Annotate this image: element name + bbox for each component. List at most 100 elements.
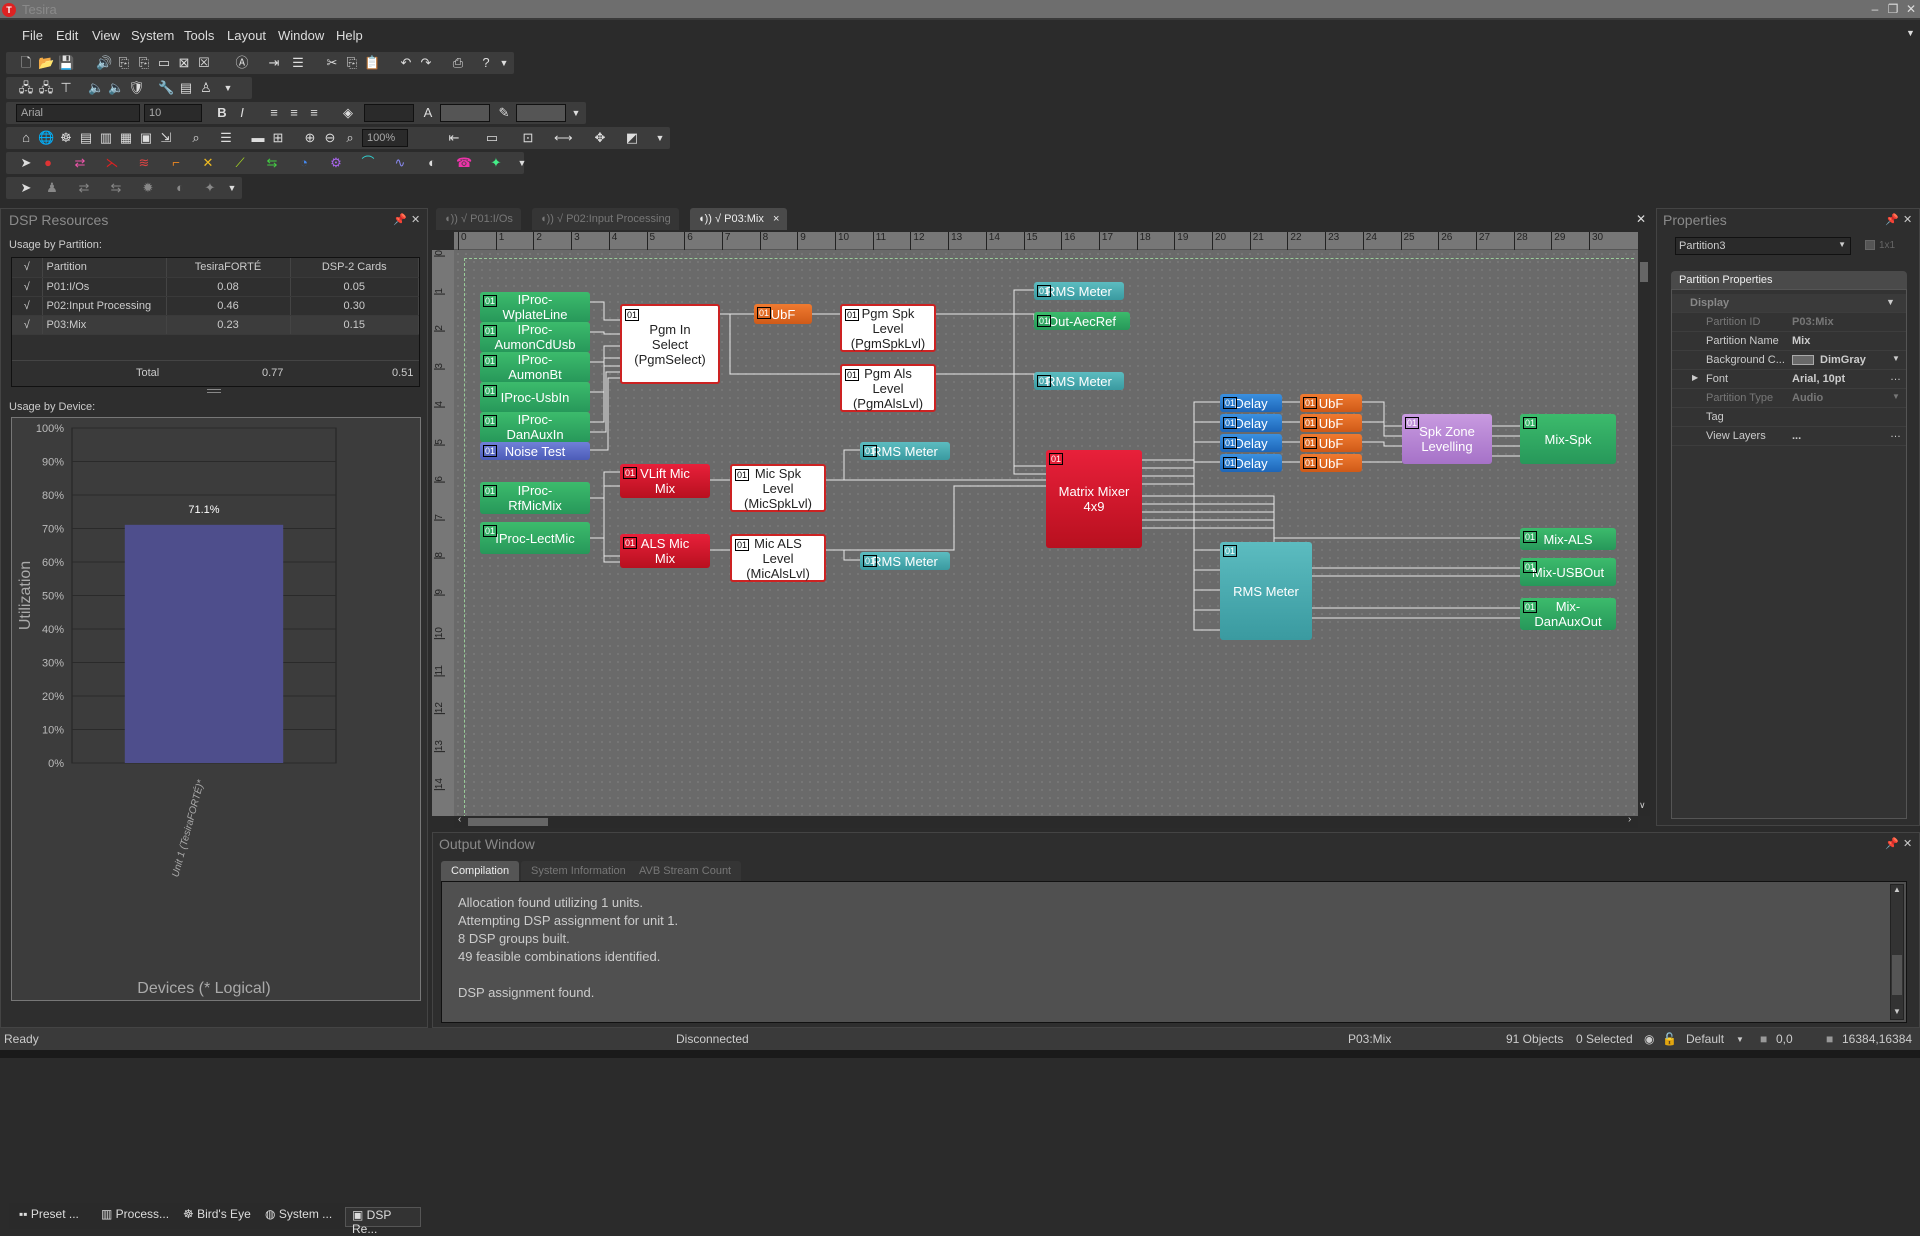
output-vertical-scrollbar[interactable]: ▲ ▼ — [1890, 884, 1904, 1020]
control-blocks-icon[interactable]: ◔ — [296, 155, 312, 171]
wrench-icon[interactable]: 🔧 — [158, 80, 174, 96]
col-check[interactable]: √ — [12, 258, 43, 278]
align-icon[interactable]: ⇤ — [446, 130, 462, 146]
block-ubf[interactable]: 01 UbF — [1300, 414, 1362, 432]
wire[interactable] — [1142, 503, 1520, 569]
block-iproc-aumoncdusb[interactable]: 01 IProc- AumonCdUsb — [480, 322, 590, 352]
wire[interactable] — [1142, 495, 1520, 539]
wire[interactable] — [1142, 519, 1520, 609]
export-icon[interactable]: ⇲ — [158, 130, 174, 146]
wire[interactable] — [1142, 461, 1220, 485]
block-iproc-aumonbt[interactable]: 01 IProc- AumonBt — [480, 352, 590, 382]
pin-icon[interactable]: 📌 — [1885, 213, 1899, 226]
user-lock-icon[interactable]: ♙ — [198, 80, 214, 96]
close-panel-icon[interactable]: ✕ — [1903, 213, 1912, 226]
block-mic-als-level[interactable]: 01 Mic ALS Level (MicAlsLvl) — [730, 534, 826, 582]
io-icon[interactable]: ⎘ — [116, 55, 132, 71]
vertical-scrollbar[interactable]: ∨ — [1638, 250, 1650, 816]
menu-window[interactable]: Window — [278, 28, 324, 43]
property-value[interactable]: ... — [1792, 430, 1801, 442]
fill-color-select[interactable] — [364, 104, 414, 122]
block-ubf[interactable]: 01 UbF — [1300, 434, 1362, 452]
wire[interactable] — [936, 313, 1035, 320]
router-blocks-icon[interactable]: ⇄ — [72, 155, 88, 171]
send-icon[interactable]: 🔈 — [88, 80, 104, 96]
close-tab-icon[interactable]: × — [773, 213, 779, 225]
toolbar-overflow-icon[interactable]: ▼ — [652, 130, 668, 146]
fill-color-icon[interactable]: ◈ — [340, 105, 356, 121]
wire[interactable] — [1142, 401, 1220, 461]
line-color-select[interactable] — [516, 104, 566, 122]
router-control-icon[interactable]: ⇄ — [76, 180, 92, 196]
zoom-in-icon[interactable]: ⊕ — [302, 130, 318, 146]
delete-icon[interactable]: ☒ — [196, 55, 212, 71]
list-view-icon[interactable]: ▤ — [178, 80, 194, 96]
text-icon[interactable]: Ⓐ — [234, 55, 250, 71]
tab-avb-stream-count[interactable]: AVB Stream Count — [629, 861, 742, 881]
wire[interactable] — [1362, 421, 1402, 437]
scroll-thumb[interactable] — [1892, 955, 1902, 995]
menu-system[interactable]: System — [131, 28, 174, 43]
block-matrix-mixer[interactable]: 01 Matrix Mixer 4x9 — [1046, 450, 1142, 548]
menu-overflow-icon[interactable]: ▼ — [1906, 28, 1915, 38]
row-check[interactable]: √ — [12, 296, 43, 316]
menu-file[interactable]: File — [22, 28, 43, 43]
wire[interactable] — [590, 301, 620, 321]
block-mic-spk-level[interactable]: 01 Mic Spk Level (MicSpkLvl) — [730, 464, 826, 512]
print-icon[interactable]: ⎙ — [450, 55, 466, 71]
block-rms-meter[interactable]: 01 RMS Meter — [1034, 282, 1124, 300]
cut-icon[interactable]: ✂ — [324, 55, 340, 71]
category-display[interactable]: Display ▼ — [1672, 294, 1906, 313]
wire[interactable] — [590, 371, 620, 433]
toolbar-overflow-icon[interactable]: ▼ — [496, 55, 512, 71]
distribute-icon[interactable]: ▭ — [484, 130, 500, 146]
speaker-icon[interactable]: 🔊 — [96, 55, 112, 71]
wire[interactable] — [1142, 511, 1520, 577]
tab-p01[interactable]: ◖)) √ P01:I/Os — [436, 208, 521, 230]
wire[interactable] — [590, 485, 620, 539]
block-iproc-danauxin[interactable]: 01 IProc- DanAuxIn — [480, 412, 590, 442]
object-selector[interactable]: Partition3 ▼ — [1675, 237, 1851, 255]
bold-icon[interactable]: B — [214, 105, 230, 121]
open-icon[interactable]: 📂 — [38, 55, 54, 71]
logic-control-icon[interactable]: ⇆ — [108, 180, 124, 196]
toolbar-overflow-icon[interactable]: ▼ — [514, 155, 530, 171]
property-row[interactable]: Tag — [1672, 408, 1906, 427]
block-rms-meter[interactable]: 01 RMS Meter — [860, 552, 950, 570]
align-left-icon[interactable]: ≡ — [266, 105, 282, 121]
scroll-thumb[interactable] — [468, 818, 548, 826]
wire[interactable] — [826, 449, 860, 481]
font-size-select[interactable]: 10 — [144, 104, 202, 122]
block-iproc-wplateline[interactable]: 01 IProc- WplateLine — [480, 292, 590, 322]
block-mix-danauxout[interactable]: 01 Mix- DanAuxOut — [1520, 598, 1616, 630]
tab-system-information[interactable]: System Information — [521, 861, 636, 881]
undo-icon[interactable]: ↶ — [398, 55, 414, 71]
tab-compilation[interactable]: Compilation — [441, 861, 520, 881]
globe-icon[interactable]: 🌐 — [38, 130, 54, 146]
block-out-aecref[interactable]: 01 Out-AecRef — [1034, 312, 1130, 330]
property-value[interactable]: Mix — [1792, 335, 1810, 347]
layers-icon[interactable]: ☰ — [218, 130, 234, 146]
table-row[interactable]: √ P01:I/Os 0.08 0.05 — [12, 277, 419, 297]
block-iproc-lectmic[interactable]: 01 IProc-LectMic — [480, 522, 590, 554]
box-icon[interactable]: ▭ — [156, 55, 172, 71]
scroll-right-icon[interactable]: › — [1628, 814, 1631, 825]
font-name-select[interactable]: Arial — [16, 104, 140, 122]
wire[interactable] — [826, 549, 860, 561]
group-icon[interactable]: ⊡ — [520, 130, 536, 146]
block-ubf[interactable]: 01 UbF — [1300, 454, 1362, 472]
layer-select[interactable]: Default — [1686, 1032, 1724, 1046]
wire[interactable] — [590, 331, 620, 335]
property-row[interactable]: Partition Type Audio ▼ — [1672, 389, 1906, 408]
diagnostic-blocks-icon[interactable]: ◐ — [424, 155, 440, 171]
property-value[interactable]: DimGray — [1820, 354, 1866, 366]
order-icon[interactable]: ◩ — [624, 130, 640, 146]
generator-blocks-icon[interactable]: ∿ — [392, 155, 408, 171]
paste-icon[interactable]: 📋 — [364, 55, 380, 71]
collapse-icon[interactable]: ▼ — [1886, 297, 1895, 307]
align-center-icon[interactable]: ≡ — [286, 105, 302, 121]
col-forte[interactable]: TesiraFORTÉ — [166, 258, 291, 278]
partition-properties-tab[interactable]: Partition Properties — [1671, 271, 1907, 289]
toolbar-overflow-icon[interactable]: ▼ — [220, 80, 236, 96]
grid-checkbox[interactable] — [1865, 240, 1875, 250]
